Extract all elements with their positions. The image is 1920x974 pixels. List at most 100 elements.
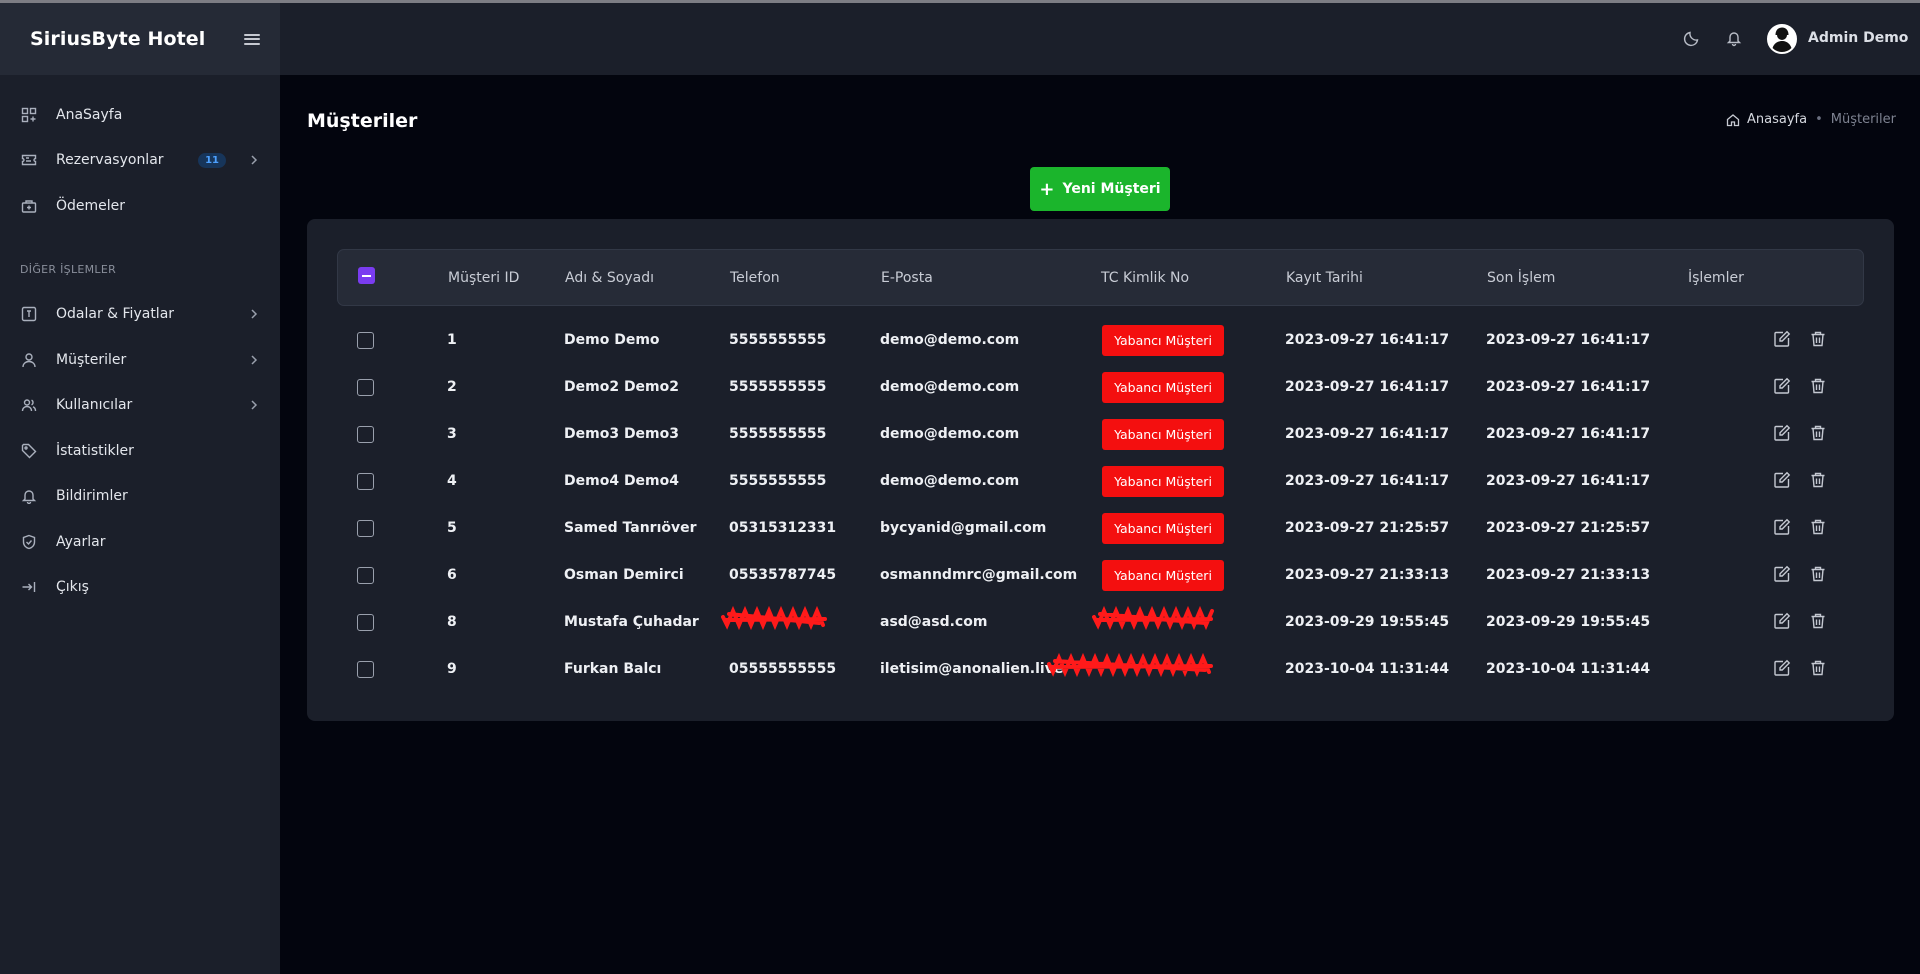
- chevron-right-icon: [251, 400, 258, 410]
- row-checkbox[interactable]: [357, 473, 374, 490]
- edit-icon[interactable]: [1773, 377, 1791, 395]
- cell-name: Demo4 Demo4: [564, 473, 680, 489]
- moon-icon[interactable]: [1683, 29, 1701, 47]
- sidebar-item-kullanicilar[interactable]: Kullanıcılar: [0, 383, 280, 429]
- column-header-tc[interactable]: TC Kimlik No: [1101, 270, 1189, 286]
- column-header-id[interactable]: Müşteri ID: [448, 270, 519, 286]
- cell-phone: 05535787745: [729, 567, 837, 583]
- sidebar-item-label: Rezervasyonlar: [56, 152, 164, 169]
- cell-email: bycyanid@gmail.com: [880, 520, 1047, 536]
- delete-icon[interactable]: [1809, 330, 1827, 348]
- sidebar-item-label: Çıkış: [56, 579, 89, 596]
- cell-id: 9: [447, 661, 457, 677]
- page-title: Müşteriler: [307, 110, 418, 132]
- cell-last-action-date: 2023-09-27 21:25:57: [1486, 520, 1651, 536]
- breadcrumb-home-link[interactable]: Anasayfa: [1747, 112, 1807, 127]
- delete-icon[interactable]: [1809, 424, 1827, 442]
- sidebar-item-rezervasyonlar[interactable]: Rezervasyonlar 11: [0, 138, 280, 184]
- delete-icon[interactable]: [1809, 659, 1827, 677]
- row-checkbox[interactable]: [357, 520, 374, 537]
- cell-last-action-date: 2023-09-27 21:33:13: [1486, 567, 1651, 583]
- cell-phone: 05315312331: [729, 520, 837, 536]
- cell-created-date: 2023-09-27 21:25:57: [1285, 520, 1450, 536]
- wallet-icon: [20, 197, 38, 215]
- sidebar-menu: AnaSayfa Rezervasyonlar 11 Ödemeler DİĞE…: [0, 75, 280, 610]
- table-row: 4 Demo4 Demo4 5555555555 demo@demo.com Yaban…: [337, 458, 1864, 505]
- cell-created-date: 2023-09-29 19:55:45: [1285, 614, 1450, 630]
- reservation-count-badge: 11: [198, 152, 226, 168]
- cell-last-action-date: 2023-09-27 16:41:17: [1486, 426, 1651, 442]
- new-customer-button[interactable]: + Yeni Müşteri: [1030, 167, 1170, 211]
- edit-icon[interactable]: [1773, 565, 1791, 583]
- menu-toggle-icon[interactable]: [244, 33, 260, 45]
- cell-last-action-date: 2023-09-27 16:41:17: [1486, 332, 1651, 348]
- sidebar-item-istatistikler[interactable]: İstatistikler: [0, 428, 280, 474]
- foreign-customer-badge: Yabancı Müşteri: [1102, 372, 1224, 403]
- row-checkbox[interactable]: [357, 426, 374, 443]
- foreign-customer-badge: Yabancı Müşteri: [1102, 419, 1224, 450]
- sidebar-item-cikis[interactable]: Çıkış: [0, 565, 280, 611]
- cell-name: Mustafa Çuhadar: [564, 614, 699, 630]
- column-header-created[interactable]: Kayıt Tarihi: [1286, 270, 1363, 286]
- breadcrumb-separator: •: [1815, 112, 1823, 127]
- cell-email: asd@asd.com: [880, 614, 988, 630]
- edit-icon[interactable]: [1773, 471, 1791, 489]
- edit-icon[interactable]: [1773, 330, 1791, 348]
- column-header-last-action[interactable]: Son İşlem: [1487, 270, 1555, 286]
- sidebar-item-label: AnaSayfa: [56, 106, 123, 123]
- cell-id: 3: [447, 426, 457, 442]
- cell-id: 6: [447, 567, 457, 583]
- column-header-name[interactable]: Adı & Soyadı: [565, 270, 654, 286]
- redacted-tc-number: [1047, 652, 1213, 678]
- table-row: 3 Demo3 Demo3 5555555555 demo@demo.com Yaban…: [337, 411, 1864, 458]
- sidebar-item-label: İstatistikler: [56, 442, 134, 459]
- row-checkbox[interactable]: [357, 661, 374, 678]
- cell-phone: 5555555555: [729, 473, 827, 489]
- row-checkbox[interactable]: [357, 567, 374, 584]
- bell-icon: [20, 487, 38, 505]
- cell-email: osmanndmrc@gmail.com: [880, 567, 1078, 583]
- sidebar-item-label: Odalar & Fiyatlar: [56, 306, 175, 323]
- sidebar-item-anasayfa[interactable]: AnaSayfa: [0, 92, 280, 138]
- delete-icon[interactable]: [1809, 612, 1827, 630]
- column-header-phone[interactable]: Telefon: [730, 270, 780, 286]
- sidebar-item-musteriler[interactable]: Müşteriler: [0, 337, 280, 383]
- table-row: 9 Furkan Balcı 05555555555 iletisim@anonali…: [337, 646, 1864, 693]
- cell-id: 2: [447, 379, 457, 395]
- edit-icon[interactable]: [1773, 612, 1791, 630]
- delete-icon[interactable]: [1809, 471, 1827, 489]
- select-all-checkbox[interactable]: [358, 267, 375, 284]
- home-icon[interactable]: [1726, 113, 1740, 127]
- edit-icon[interactable]: [1773, 518, 1791, 536]
- row-checkbox[interactable]: [357, 379, 374, 396]
- sidebar-item-ayarlar[interactable]: Ayarlar: [0, 519, 280, 565]
- users-icon: [20, 396, 38, 414]
- cell-email: demo@demo.com: [880, 332, 1020, 348]
- sidebar-item-odemeler[interactable]: Ödemeler: [0, 183, 280, 229]
- user-name[interactable]: Admin Demo: [1808, 30, 1908, 46]
- cell-phone: 5555555555: [729, 379, 827, 395]
- row-checkbox[interactable]: [357, 332, 374, 349]
- sidebar-item-odalar-fiyatlar[interactable]: Odalar & Fiyatlar: [0, 292, 280, 338]
- edit-icon[interactable]: [1773, 659, 1791, 677]
- cell-last-action-date: 2023-10-04 11:31:44: [1486, 661, 1651, 677]
- redacted-tc-number: [1092, 605, 1214, 631]
- brand-logo-text[interactable]: SiriusByte Hotel: [30, 28, 205, 50]
- redacted-phone: [721, 605, 827, 631]
- cell-name: Samed Tanrıöver: [564, 520, 697, 536]
- bell-icon[interactable]: [1725, 29, 1743, 47]
- edit-icon[interactable]: [1773, 424, 1791, 442]
- sidebar-item-bildirimler[interactable]: Bildirimler: [0, 474, 280, 520]
- delete-icon[interactable]: [1809, 518, 1827, 536]
- table-row: 5 Samed Tanrıöver 05315312331 bycyanid@gmai…: [337, 505, 1864, 552]
- delete-icon[interactable]: [1809, 377, 1827, 395]
- chevron-right-icon: [251, 355, 258, 365]
- table-row: 8 Mustafa Çuhadar asd@asd.com 2023-09-29 19…: [337, 599, 1864, 646]
- brand-bar: SiriusByte Hotel: [0, 3, 280, 75]
- cell-id: 1: [447, 332, 457, 348]
- column-header-email[interactable]: E-Posta: [881, 270, 933, 286]
- row-checkbox[interactable]: [357, 614, 374, 631]
- delete-icon[interactable]: [1809, 565, 1827, 583]
- user-avatar[interactable]: [1767, 24, 1797, 54]
- sidebar-item-label: Bildirimler: [56, 488, 128, 505]
